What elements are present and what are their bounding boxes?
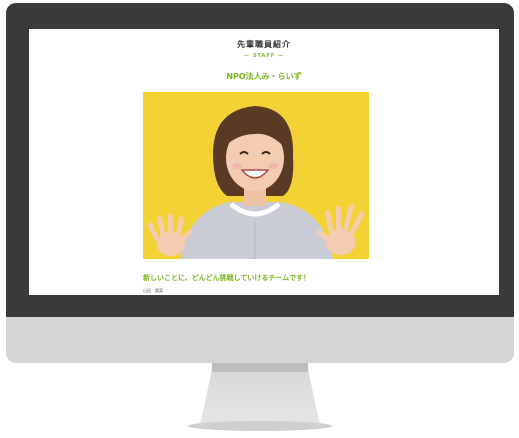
catchphrase-heading: 新しいことに、どんどん挑戦していけるチームです！ (143, 274, 311, 282)
monitor-chin (6, 317, 514, 363)
page-subtitle: — STAFF — (244, 53, 284, 59)
monitor-stand-base (188, 421, 332, 431)
organization-heading: NPO法人み・らいず (226, 72, 302, 81)
staff-photo (143, 92, 369, 259)
monitor-stand (196, 372, 324, 427)
monitor-screen: 先輩職員紹介 — STAFF — NPO法人み・らいず 新しいことに、どんどん挑… (29, 29, 499, 295)
page-title: 先輩職員紹介 (237, 40, 291, 49)
staff-photo-illustration (143, 92, 369, 259)
staff-name: 山田 陽菜 (143, 288, 163, 293)
